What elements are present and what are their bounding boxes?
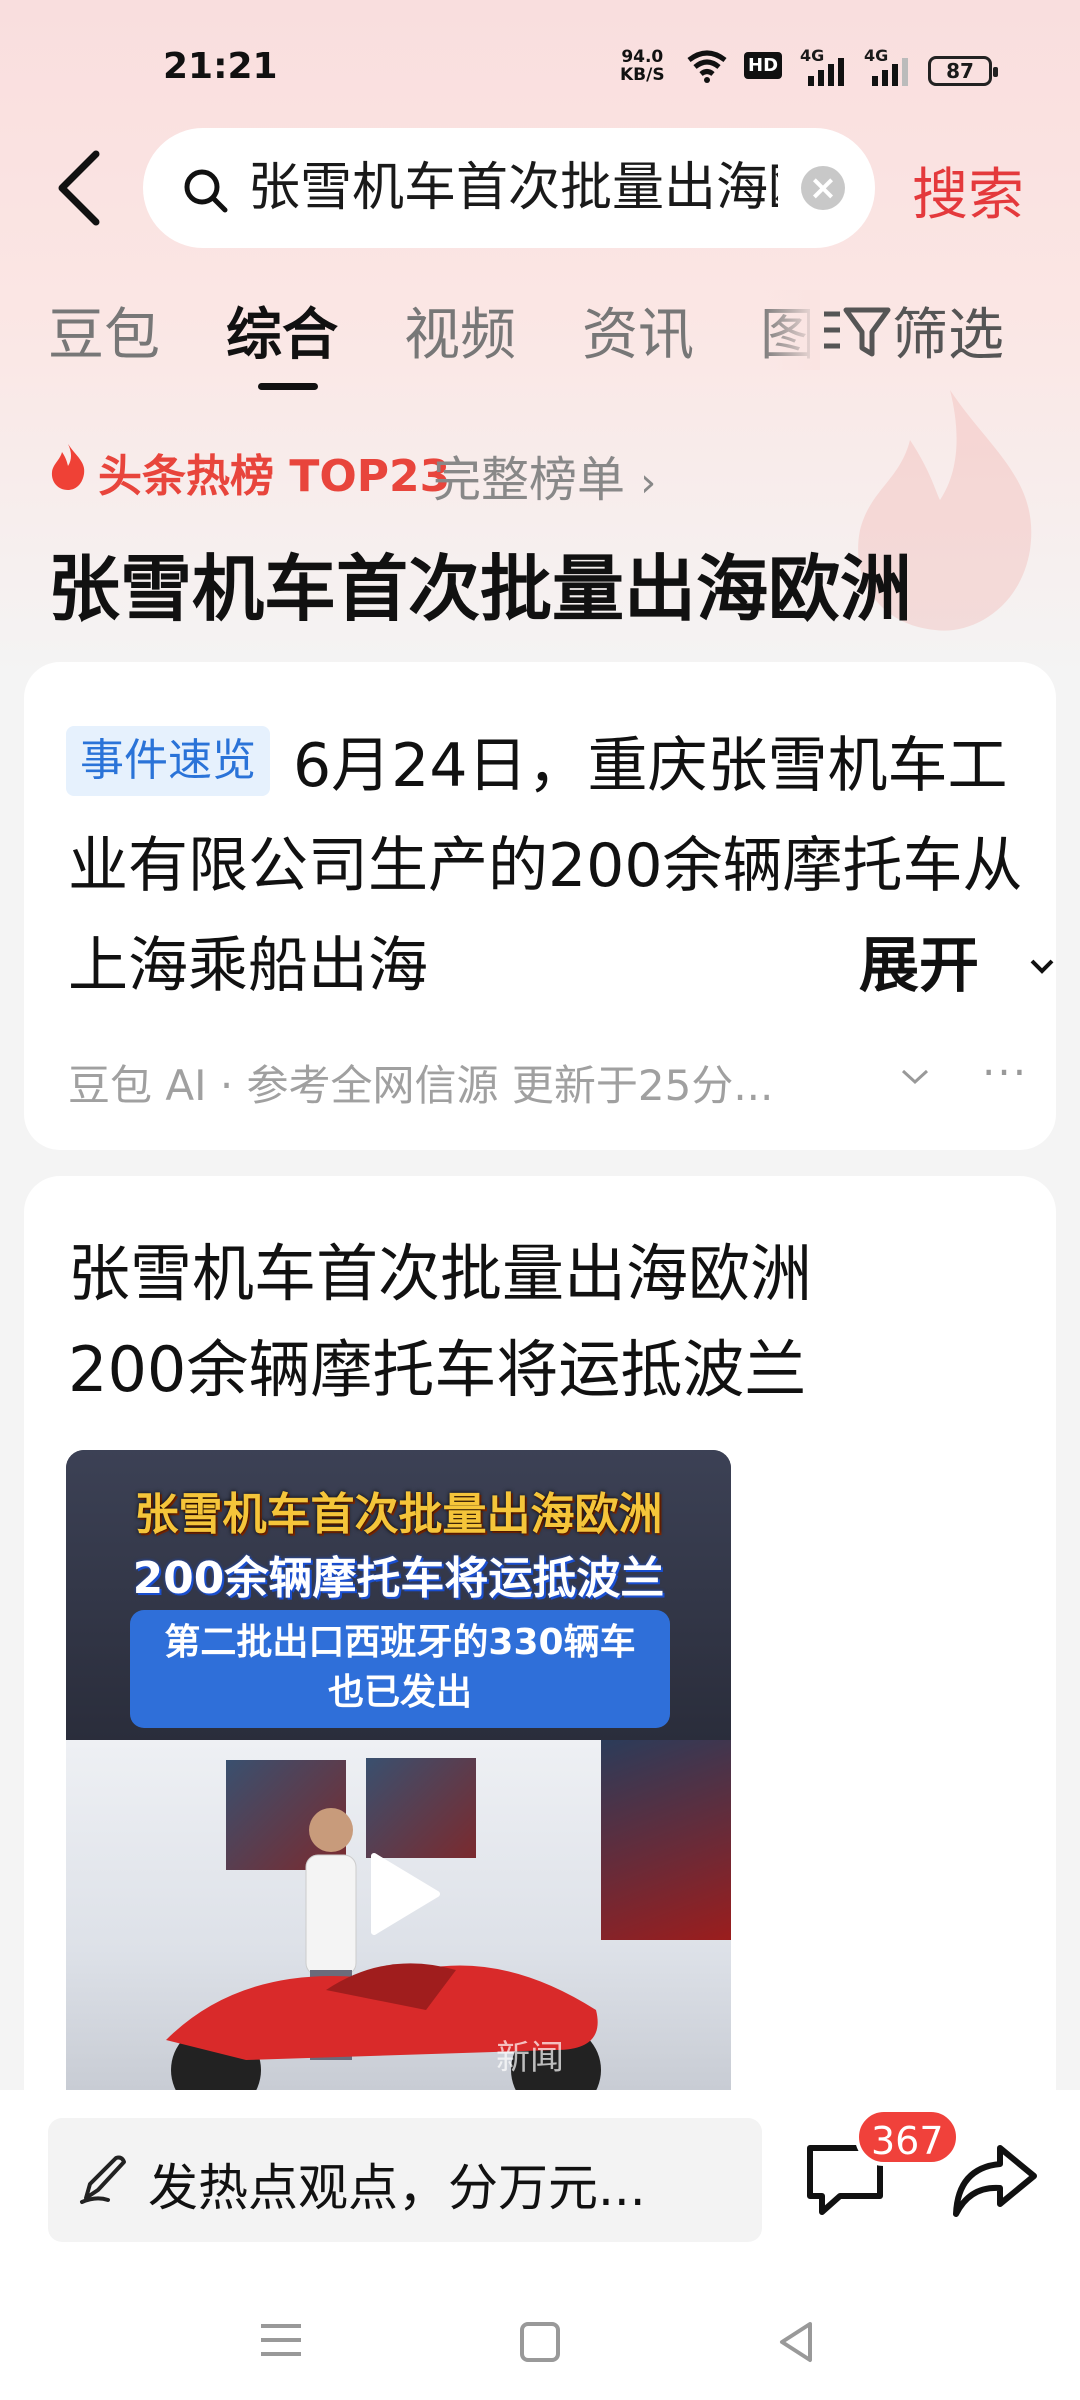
menu-nav-icon[interactable] (256, 2320, 306, 2360)
filter-button[interactable]: 筛选 (822, 290, 1004, 371)
scene-poster-2 (366, 1758, 476, 1858)
search-input[interactable]: 张雪机车首次批量出海欧洲 (248, 156, 778, 220)
expand-fade (784, 916, 864, 1016)
tab-news[interactable]: 资讯 (582, 290, 694, 371)
video-caption-1: 张雪机车首次批量出海欧洲 (134, 1489, 663, 1540)
battery-icon: 87 (928, 56, 998, 86)
status-time: 21:21 (163, 46, 278, 87)
home-nav-icon[interactable] (518, 2320, 562, 2364)
video-thumbnail[interactable]: 张雪机车首次批量出海欧洲 200余辆摩托车将运抵波兰 第二批出口西班牙的330辆… (66, 1450, 731, 2090)
tab-doubao[interactable]: 豆包 (48, 290, 160, 371)
filter-icon (824, 307, 891, 357)
chevron-right-icon: › (640, 460, 657, 506)
wifi-icon (687, 50, 727, 83)
active-tab-indicator (258, 383, 318, 390)
event-summary-card[interactable]: 6月24日，重庆张雪机车工业有限公司生产的200余辆摩托车从上海乘船出海 事件速… (24, 662, 1056, 1150)
comment-input[interactable]: 发热点观点，分万元... (48, 2118, 762, 2242)
network-speed: 94.0 KB/S (620, 48, 665, 84)
video-box-line-1: 第二批出口西班牙的330辆车 (164, 1622, 636, 1663)
back-nav-icon[interactable] (776, 2320, 816, 2364)
news-title-line-1: 张雪机车首次批量出海欧洲 (68, 1237, 813, 1310)
search-box[interactable]: 张雪机车首次批量出海欧洲 × (143, 128, 875, 248)
full-list-label: 完整榜单 (433, 452, 626, 508)
hot-topic-title: 张雪机车首次批量出海欧洲 (48, 547, 913, 631)
video-caption-area: 张雪机车首次批量出海欧洲 200余辆摩托车将运抵波兰 第二批出口西班牙的330辆… (66, 1450, 731, 1740)
tab-fade (760, 290, 820, 370)
signal-icon-1: 4G (800, 46, 850, 86)
search-button[interactable]: 搜索 (912, 150, 1024, 231)
network-speed-value: 94.0 (621, 47, 664, 67)
bottom-action-bar: 发热点观点，分万元... 367 (0, 2090, 1080, 2400)
expand-button[interactable]: 展开 (859, 916, 1029, 1016)
motorcycle-image (166, 1963, 601, 2090)
news-title[interactable]: 张雪机车首次批量出海欧洲 200余辆摩托车将运抵波兰 (68, 1226, 1008, 1418)
share-icon[interactable] (950, 2140, 1040, 2220)
search-icon (184, 169, 228, 213)
news-title-line-2: 200余辆摩托车将运抵波兰 (68, 1333, 807, 1406)
event-summary-tag: 事件速览 (66, 726, 270, 796)
video-watermark: 新闻 (496, 2038, 564, 2078)
status-bar: 21:21 94.0 KB/S HD 4G 4G 87 (0, 0, 1080, 130)
clear-search-icon[interactable]: × (801, 166, 845, 210)
hd-icon: HD (744, 52, 783, 79)
back-arrow-icon[interactable] (52, 148, 112, 228)
signal-icon-2: 4G (864, 46, 914, 86)
comment-placeholder: 发热点观点，分万元... (148, 2159, 646, 2217)
collapse-chevron-icon[interactable] (900, 1068, 930, 1086)
flame-icon (51, 444, 85, 490)
pen-icon (80, 2155, 126, 2204)
video-caption-2: 200余辆摩托车将运抵波兰 (132, 1553, 665, 1604)
comment-count-badge: 367 (855, 2108, 960, 2166)
tab-video[interactable]: 视频 (404, 290, 516, 371)
full-list-link[interactable]: 完整榜单 › (433, 440, 656, 510)
tab-comprehensive[interactable]: 综合 (226, 290, 338, 371)
video-caption-box: 第二批出口西班牙的330辆车 也已发出 (130, 1610, 670, 1728)
scene-banner (601, 1740, 731, 1940)
chevron-down-icon[interactable] (1029, 958, 1055, 976)
summary-source: 豆包 AI · 参考全网信源 更新于25分... (68, 1061, 774, 1110)
more-options-icon[interactable]: ··· (982, 1048, 1028, 1097)
hot-rank-label: 头条热榜 TOP23 (98, 451, 451, 502)
play-icon[interactable] (349, 1844, 449, 1944)
video-box-line-2: 也已发出 (327, 1672, 472, 1713)
filter-label: 筛选 (892, 303, 1004, 368)
network-speed-unit: KB/S (620, 65, 665, 85)
